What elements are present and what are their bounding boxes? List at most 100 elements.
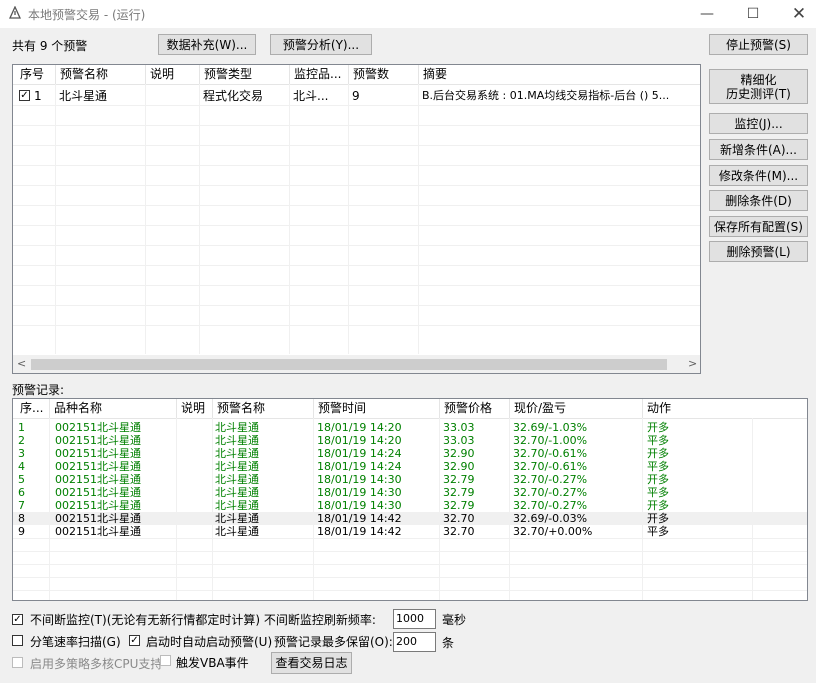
edit-condition-button[interactable]: 修改条件(M)...	[709, 165, 808, 186]
scroll-right-icon[interactable]: >	[688, 357, 697, 370]
record-product-name: 北斗星通	[97, 512, 141, 525]
scroll-left-icon[interactable]: <	[17, 357, 26, 370]
alerts-table[interactable]: 序号 预警名称 说明 预警类型 监控品... 预警数 摘要 ✓ 1 北斗星通 程…	[12, 64, 701, 374]
table-row[interactable]: 1 002151 北斗星通 北斗星通 18/01/19 14:20 33.03 32.69/…	[13, 421, 807, 434]
records-header-desc[interactable]: 说明	[177, 399, 213, 418]
table-row[interactable]: 2 002151 北斗星通 北斗星通 18/01/19 14:20 33.03 32.70/…	[13, 434, 807, 447]
record-action: 开多	[647, 473, 669, 486]
table-row[interactable]: 4 002151 北斗星通 北斗星通 18/01/19 14:24 32.90 32.70/…	[13, 460, 807, 473]
records-header-seq[interactable]: 序...	[16, 399, 50, 418]
record-pnl: 32.70/-0.27%	[513, 486, 588, 499]
record-seq: 9	[18, 525, 25, 538]
save-all-config-button[interactable]: 保存所有配置(S)	[709, 216, 808, 237]
record-code: 002151	[55, 486, 97, 499]
record-action: 开多	[647, 499, 669, 512]
keep-records-input[interactable]: 200	[393, 632, 436, 652]
record-seq: 1	[18, 421, 25, 434]
autostart-checkbox[interactable]: ✓	[129, 635, 140, 646]
row-line	[13, 590, 807, 591]
row-line	[13, 265, 700, 266]
alerts-header-monitor[interactable]: 监控品...	[290, 65, 349, 84]
tick-scan-checkbox[interactable]	[12, 635, 23, 646]
record-pnl: 32.70/-0.27%	[513, 499, 588, 512]
record-action: 平多	[647, 486, 669, 499]
row-line	[13, 225, 700, 226]
alerts-header-name[interactable]: 预警名称	[56, 65, 146, 84]
view-trade-log-button[interactable]: 查看交易日志	[271, 652, 352, 674]
delete-alert-button[interactable]: 删除预警(L)	[709, 241, 808, 262]
refine-line2: 历史测评(T)	[726, 86, 791, 101]
alert-enable-checkbox[interactable]: ✓	[19, 90, 30, 101]
stop-alert-button[interactable]: 停止预警(S)	[709, 34, 808, 55]
row-line	[13, 145, 700, 146]
alerts-hscrollbar[interactable]: < >	[13, 355, 700, 373]
table-row[interactable]: 6 002151 北斗星通 北斗星通 18/01/19 14:30 32.79 32.70/…	[13, 486, 807, 499]
delete-condition-button[interactable]: 删除条件(D)	[709, 190, 808, 211]
records-header-price[interactable]: 预警价格	[440, 399, 510, 418]
records-header-action[interactable]: 动作	[643, 399, 807, 418]
record-price: 32.70	[443, 512, 475, 525]
table-row[interactable]: 5 002151 北斗星通 北斗星通 18/01/19 14:30 32.79 32.70/…	[13, 473, 807, 486]
record-alert-name: 北斗星通	[215, 525, 259, 538]
refresh-frequency-input[interactable]: 1000	[393, 609, 436, 629]
continuous-monitor-checkbox[interactable]: ✓	[12, 614, 23, 625]
record-action: 平多	[647, 525, 669, 538]
record-alert-name: 北斗星通	[215, 447, 259, 460]
row-line	[13, 577, 807, 578]
monitor-button[interactable]: 监控(J)...	[709, 113, 808, 134]
record-time: 18/01/19 14:30	[317, 473, 402, 486]
scroll-thumb[interactable]	[31, 359, 667, 370]
record-pnl: 32.70/-1.00%	[513, 434, 588, 447]
record-alert-name: 北斗星通	[215, 473, 259, 486]
row-line	[13, 285, 700, 286]
vba-event-label: 触发VBA事件	[176, 656, 249, 670]
record-product-name: 北斗星通	[97, 434, 141, 447]
record-time: 18/01/19 14:20	[317, 421, 402, 434]
record-pnl: 32.70/-0.61%	[513, 460, 588, 473]
record-pnl: 32.69/-1.03%	[513, 421, 588, 434]
records-table[interactable]: 序... 品种名称 说明 预警名称 预警时间 预警价格 现价/盈亏 动作 1 00…	[12, 398, 808, 601]
alert-analysis-button[interactable]: 预警分析(Y)...	[270, 34, 372, 55]
record-price: 32.79	[443, 499, 475, 512]
alert-count: 9	[352, 89, 360, 103]
row-line	[13, 245, 700, 246]
row-line	[13, 105, 700, 106]
record-pnl: 32.69/-0.03%	[513, 512, 588, 525]
record-code: 002151	[55, 447, 97, 460]
close-icon[interactable]: ✕	[776, 0, 816, 28]
alerts-header-summary[interactable]: 摘要	[419, 65, 700, 84]
row-line	[13, 551, 807, 552]
table-row[interactable]: ✓ 1 北斗星通 程式化交易 北斗... 9 B.后台交易系统 : 01.MA均…	[13, 87, 700, 105]
records-header-alert-name[interactable]: 预警名称	[213, 399, 314, 418]
alert-monitor: 北斗...	[293, 89, 329, 103]
multicore-label: 启用多策略多核CPU支持	[30, 657, 163, 671]
alerts-header-index[interactable]: 序号	[16, 65, 56, 84]
table-row[interactable]: 9 002151 北斗星通 北斗星通 18/01/19 14:42 32.70 32.70/…	[13, 525, 807, 538]
record-seq: 5	[18, 473, 25, 486]
record-price: 33.03	[443, 421, 475, 434]
records-header-time[interactable]: 预警时间	[314, 399, 440, 418]
refresh-unit-label: 毫秒	[442, 613, 467, 627]
alerts-header-type[interactable]: 预警类型	[200, 65, 290, 84]
alerts-header-desc[interactable]: 说明	[146, 65, 200, 84]
records-header-product[interactable]: 品种名称	[50, 399, 177, 418]
table-row[interactable]: 3 002151 北斗星通 北斗星通 18/01/19 14:24 32.90 32.70/…	[13, 447, 807, 460]
multicore-checkbox[interactable]	[12, 657, 23, 668]
maximize-icon[interactable]: ☐	[730, 0, 776, 28]
add-condition-button[interactable]: 新增条件(A)...	[709, 139, 808, 160]
record-product-name: 北斗星通	[97, 460, 141, 473]
data-fill-button[interactable]: 数据补充(W)...	[158, 34, 256, 55]
record-pnl: 32.70/-0.27%	[513, 473, 588, 486]
record-alert-name: 北斗星通	[215, 421, 259, 434]
alerts-header-count[interactable]: 预警数	[349, 65, 419, 84]
table-row[interactable]: 7 002151 北斗星通 北斗星通 18/01/19 14:30 32.79 32.70/…	[13, 499, 807, 512]
records-header-pnl[interactable]: 现价/盈亏	[510, 399, 643, 418]
alert-index: 1	[34, 89, 42, 103]
minimize-icon[interactable]: —	[684, 0, 730, 28]
record-action: 开多	[647, 421, 669, 434]
refine-backtest-button[interactable]: 精细化 历史测评(T)	[709, 69, 808, 104]
record-price: 32.79	[443, 473, 475, 486]
vba-event-checkbox[interactable]	[160, 655, 171, 666]
table-row[interactable]: 8 002151 北斗星通 北斗星通 18/01/19 14:42 32.70 32.69/…	[13, 512, 807, 525]
record-alert-name: 北斗星通	[215, 486, 259, 499]
